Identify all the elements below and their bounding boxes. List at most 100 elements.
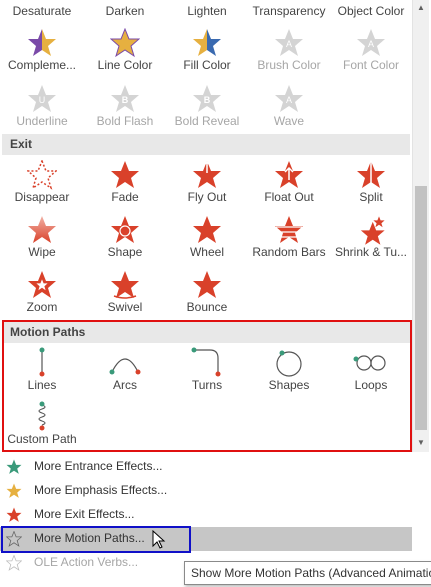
star-bold-reveal-icon: B bbox=[192, 84, 222, 114]
star-underline-icon: U bbox=[27, 84, 57, 114]
effect-underline: U Underline bbox=[0, 84, 84, 128]
svg-text:A: A bbox=[368, 39, 374, 49]
effect-label: Random Bars bbox=[252, 245, 326, 259]
effect-swivel[interactable]: Swivel bbox=[83, 270, 167, 314]
effect-transparency[interactable]: Transparency bbox=[247, 4, 331, 18]
split-star-icon bbox=[356, 161, 386, 189]
effect-label: Fade bbox=[111, 190, 139, 204]
exit-section-header: Exit bbox=[2, 134, 410, 155]
effect-float-out[interactable]: Float Out bbox=[247, 160, 331, 204]
effect-fade[interactable]: Fade bbox=[83, 160, 167, 204]
effect-label: Zoom bbox=[26, 300, 58, 314]
exit-star-icon bbox=[6, 507, 22, 522]
effect-label: Transparency bbox=[252, 4, 326, 18]
effect-label: Bold Reveal bbox=[174, 114, 240, 128]
effect-label: Darken bbox=[105, 4, 145, 18]
effect-shape[interactable]: Shape bbox=[83, 215, 167, 259]
effect-font-color: A Font Color bbox=[329, 28, 412, 72]
wipe-star-icon bbox=[27, 215, 57, 245]
more-emphasis-effects[interactable]: More Emphasis Effects... bbox=[0, 479, 412, 503]
effect-label: Desaturate bbox=[12, 4, 72, 18]
disappear-star-icon bbox=[27, 160, 57, 190]
star-brush-color-icon: A bbox=[274, 28, 304, 58]
menu-item-label: More Emphasis Effects... bbox=[34, 483, 168, 497]
svg-text:B: B bbox=[204, 95, 211, 105]
ole-star-icon bbox=[6, 555, 22, 571]
effect-fly-out[interactable]: Fly Out bbox=[165, 160, 249, 204]
animation-gallery: Desaturate Darken Lighten Transparency O… bbox=[0, 0, 412, 452]
effect-label: Shrink & Tu... bbox=[334, 245, 408, 259]
zoom-star-icon bbox=[27, 270, 57, 300]
effect-label: Wipe bbox=[28, 245, 56, 259]
emphasis-star-icon bbox=[6, 483, 22, 498]
effect-bold-flash: B Bold Flash bbox=[83, 84, 167, 128]
effect-label: Disappear bbox=[14, 190, 70, 204]
scroll-up-arrow[interactable]: ▲ bbox=[413, 0, 429, 16]
effect-label: Underline bbox=[16, 114, 68, 128]
effect-bounce[interactable]: Bounce bbox=[165, 270, 249, 314]
menu-item-label: More Entrance Effects... bbox=[34, 459, 163, 473]
fade-star-icon bbox=[110, 160, 140, 190]
effect-label: Wave bbox=[273, 114, 305, 128]
star-bold-flash-icon: B bbox=[110, 84, 140, 114]
effect-lighten[interactable]: Lighten bbox=[165, 4, 249, 18]
effect-label: Shape bbox=[107, 245, 143, 259]
effect-split[interactable]: Split bbox=[329, 160, 412, 204]
effect-zoom[interactable]: Zoom bbox=[0, 270, 84, 314]
fly-out-star-icon bbox=[192, 160, 222, 190]
effect-label: Object Color bbox=[337, 4, 405, 18]
random-bars-star-icon bbox=[274, 215, 304, 245]
swivel-star-icon bbox=[110, 270, 140, 299]
gallery-scrollbar[interactable]: ▲ ▼ bbox=[412, 0, 429, 452]
more-entrance-effects[interactable]: More Entrance Effects... bbox=[0, 455, 412, 479]
star-complementary-icon bbox=[27, 28, 57, 58]
effect-label: Compleme... bbox=[7, 58, 77, 72]
shrink-turn-star-icon bbox=[356, 215, 386, 245]
effect-wipe[interactable]: Wipe bbox=[0, 215, 84, 259]
mouse-cursor-icon bbox=[152, 530, 166, 549]
star-line-color-icon bbox=[110, 28, 140, 58]
effect-label: Split bbox=[359, 190, 383, 204]
star-font-color-icon: A bbox=[356, 28, 386, 58]
effect-complementary[interactable]: Compleme... bbox=[0, 28, 84, 72]
effect-fill-color[interactable]: Fill Color bbox=[165, 28, 249, 72]
tooltip: Show More Motion Paths (Advanced Animati… bbox=[184, 561, 431, 585]
entrance-star-icon bbox=[6, 459, 22, 474]
effect-random-bars[interactable]: Random Bars bbox=[247, 215, 331, 259]
effect-label: Line Color bbox=[97, 58, 153, 72]
more-exit-effects[interactable]: More Exit Effects... bbox=[0, 503, 412, 527]
effect-line-color[interactable]: Line Color bbox=[83, 28, 167, 72]
effect-darken[interactable]: Darken bbox=[83, 4, 167, 18]
effect-label: Float Out bbox=[264, 190, 314, 204]
scroll-thumb[interactable] bbox=[415, 186, 427, 430]
menu-item-label: More Exit Effects... bbox=[34, 507, 135, 521]
effect-disappear[interactable]: Disappear bbox=[0, 160, 84, 204]
bounce-star-icon bbox=[192, 270, 222, 300]
effect-label: Bounce bbox=[186, 300, 228, 314]
effect-object-color[interactable]: Object Color bbox=[329, 4, 412, 18]
effect-desaturate[interactable]: Desaturate bbox=[0, 4, 84, 18]
menu-item-label: OLE Action Verbs... bbox=[34, 555, 139, 569]
effect-label: Font Color bbox=[342, 58, 400, 72]
svg-text:U: U bbox=[39, 95, 46, 105]
effect-bold-reveal: B Bold Reveal bbox=[165, 84, 249, 128]
effect-label: Fly Out bbox=[187, 190, 227, 204]
float-out-star-icon bbox=[274, 160, 304, 190]
effect-label: Bold Flash bbox=[96, 114, 154, 128]
star-fill-color-icon bbox=[192, 28, 222, 58]
effect-label: Lighten bbox=[187, 4, 227, 18]
shape-star-icon bbox=[110, 215, 140, 245]
effect-shrink-turn[interactable]: Shrink & Tu... bbox=[329, 215, 412, 259]
effect-label: Swivel bbox=[107, 300, 143, 314]
effect-wave: A Wave bbox=[247, 84, 331, 128]
motion-paths-highlight-box bbox=[2, 320, 412, 452]
effect-label: Wheel bbox=[189, 245, 224, 259]
svg-text:A: A bbox=[286, 39, 292, 49]
wheel-star-icon bbox=[192, 215, 222, 245]
effect-wheel[interactable]: Wheel bbox=[165, 215, 249, 259]
star-wave-icon: A bbox=[274, 84, 304, 114]
svg-text:B: B bbox=[122, 95, 129, 105]
effect-label: Brush Color bbox=[257, 58, 321, 72]
scroll-down-arrow[interactable]: ▼ bbox=[413, 435, 429, 451]
effect-brush-color: A Brush Color bbox=[247, 28, 331, 72]
